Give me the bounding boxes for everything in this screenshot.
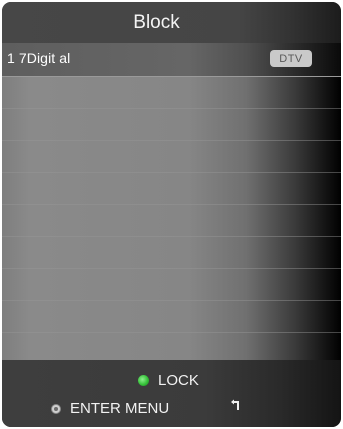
lock-label: LOCK [158, 372, 199, 389]
list-item-empty[interactable] [2, 205, 341, 237]
menu-button-icon [51, 403, 61, 414]
list-item-empty[interactable] [2, 141, 341, 173]
list-item-empty[interactable] [2, 77, 341, 109]
channel-name: 1 7Digit al [7, 50, 71, 66]
list-item-empty[interactable] [2, 301, 341, 333]
list-item-empty[interactable] [2, 333, 341, 360]
list-item-selected[interactable]: 1 7Digit al DTV [2, 43, 341, 77]
page-title: Block [2, 2, 341, 43]
footer-hints: LOCK ENTER MENU [2, 360, 341, 427]
channel-list: 1 7Digit al DTV [2, 43, 341, 360]
list-item-empty[interactable] [2, 237, 341, 269]
green-dot-icon [138, 375, 149, 386]
enter-menu-hint[interactable]: ENTER MENU [51, 400, 169, 417]
list-item-empty[interactable] [2, 269, 341, 301]
dtv-badge: DTV [270, 50, 312, 67]
list-item-empty[interactable] [2, 109, 341, 141]
lock-hint[interactable]: LOCK [138, 372, 199, 389]
title-text: Block [133, 11, 180, 33]
enter-menu-label: ENTER MENU [70, 400, 170, 417]
block-menu-panel: Block 1 7Digit al DTV LOCK ENTER MENU [2, 2, 341, 427]
list-item-empty[interactable] [2, 173, 341, 205]
return-arrow-icon[interactable] [230, 399, 242, 413]
